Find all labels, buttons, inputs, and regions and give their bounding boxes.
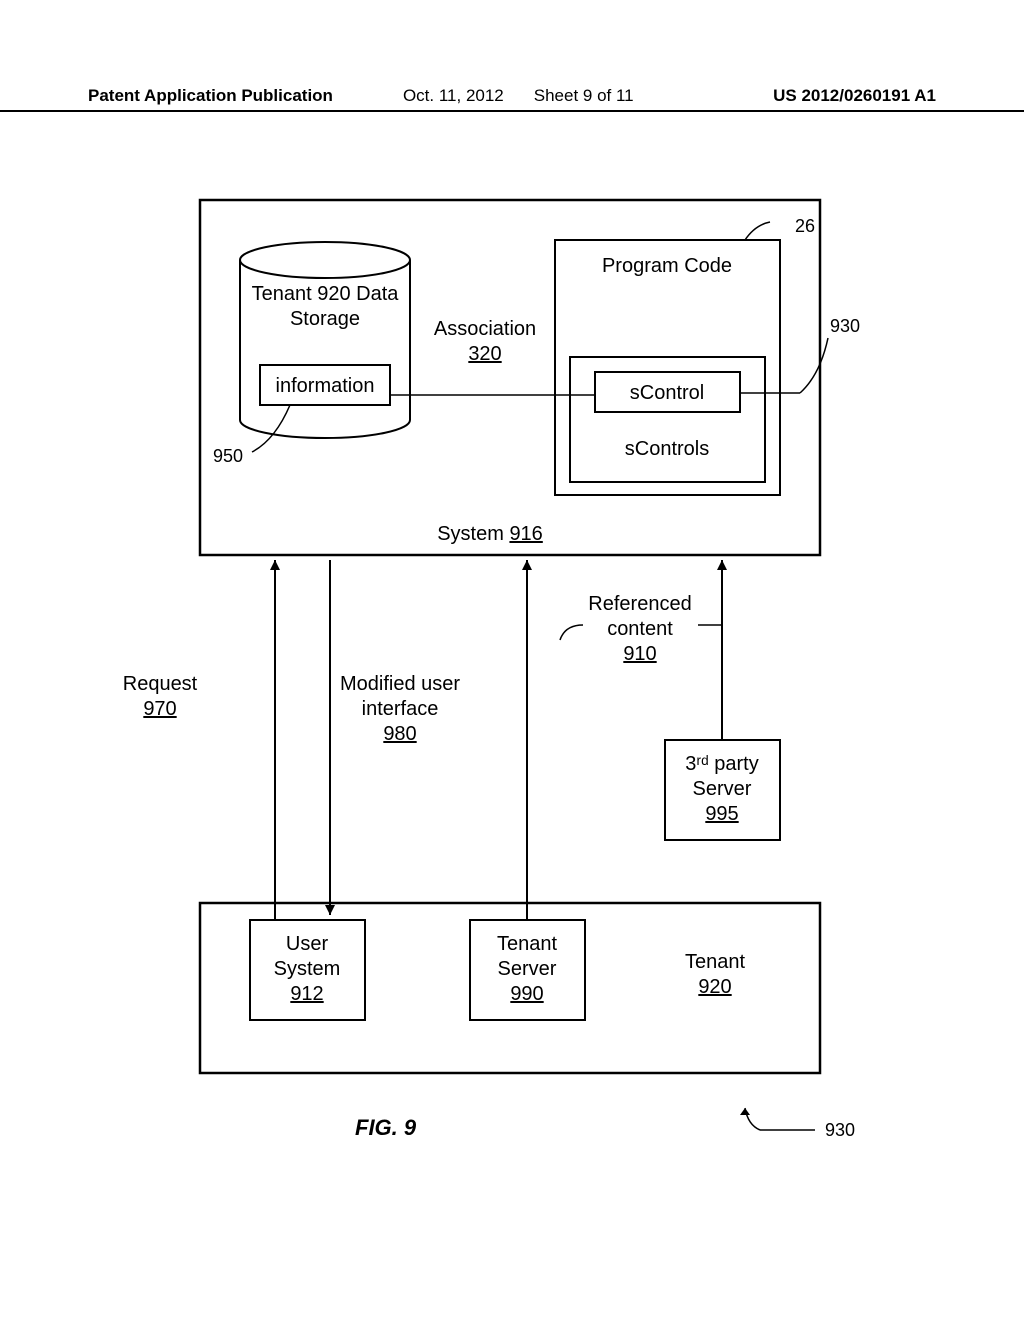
tenant-l1: Tenant	[685, 951, 745, 973]
third-party-l1: 3ʳᵈ party	[685, 753, 759, 775]
tenant-server-l1: Tenant	[497, 933, 557, 955]
user-system-l1: User	[286, 933, 329, 955]
callout-930a: 930	[830, 316, 860, 336]
request-num: 970	[143, 698, 176, 720]
callout-930b-arrow	[740, 1108, 815, 1130]
modified-l1: Modified user	[340, 673, 460, 695]
storage-line2: Storage	[290, 308, 360, 330]
tenant-server-l2: Server	[498, 958, 557, 980]
association-num: 320	[468, 343, 501, 365]
scontrols-box	[570, 357, 765, 482]
callout-930b: 930	[825, 1120, 855, 1140]
system-label: System 916	[437, 523, 543, 545]
callout-26: 26	[795, 216, 815, 236]
information-label: information	[276, 375, 375, 397]
modified-l2: interface	[362, 698, 439, 720]
request-label: Request	[123, 673, 198, 695]
user-system-l2: System	[274, 958, 341, 980]
callout-950-line	[252, 405, 290, 452]
referenced-l1: Referenced	[588, 593, 691, 615]
referenced-num: 910	[623, 643, 656, 665]
association-label: Association	[434, 318, 536, 340]
program-code-label: Program Code	[602, 255, 732, 277]
patent-diagram: System 916 Tenant 920 Data Storage infor…	[0, 0, 1024, 1320]
referenced-l2: content	[607, 618, 673, 640]
callout-950: 950	[213, 446, 243, 466]
tenant-server-num: 990	[510, 983, 543, 1005]
figure-title: FIG. 9	[355, 1115, 417, 1140]
modified-num: 980	[383, 723, 416, 745]
user-system-num: 912	[290, 983, 323, 1005]
tenant-num: 920	[698, 976, 731, 998]
scontrols-label: sControls	[625, 438, 709, 460]
callout-26-line	[745, 222, 770, 240]
storage-line1: Tenant 920 Data	[252, 283, 400, 305]
callout-930a-curve	[800, 338, 828, 393]
third-party-l2: Server	[693, 778, 752, 800]
referenced-left-hook	[560, 625, 583, 640]
third-party-num: 995	[705, 803, 738, 825]
tenant-data-storage: Tenant 920 Data Storage information	[240, 242, 410, 438]
scontrol-label: sControl	[630, 382, 704, 404]
